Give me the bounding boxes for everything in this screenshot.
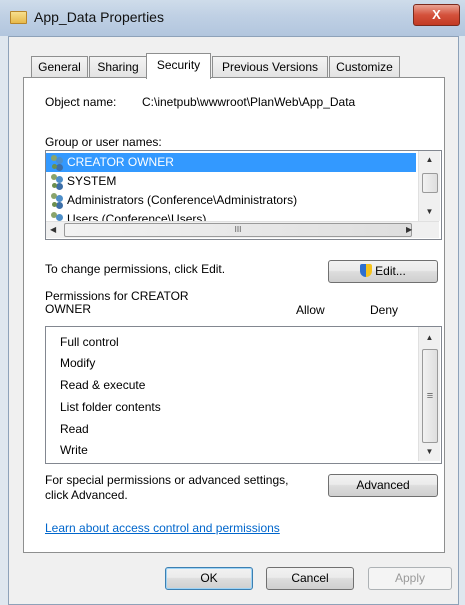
group-list-vertical-scrollbar[interactable]: ▲ ▼ <box>418 151 440 221</box>
user-group-icon <box>50 174 64 187</box>
cancel-button[interactable]: Cancel <box>266 567 354 590</box>
special-permissions-text: For special permissions or advanced sett… <box>45 473 289 502</box>
close-button[interactable]: X <box>413 4 460 26</box>
edit-button[interactable]: Edit... <box>328 260 438 283</box>
scroll-thumb[interactable]: ≡ <box>422 349 438 443</box>
list-item: List folder contents <box>60 400 161 414</box>
group-user-names-label: Group or user names: <box>45 135 162 149</box>
horizontal-scroll-thumb[interactable]: III <box>64 223 412 237</box>
user-group-icon <box>50 155 64 168</box>
group-user-listbox[interactable]: CREATOR OWNER SYSTEM Administrators (Con… <box>45 150 442 240</box>
scroll-up-arrow-icon[interactable]: ▲ <box>419 155 440 164</box>
scroll-up-arrow-icon[interactable]: ▲ <box>419 333 440 342</box>
tab-previous-versions[interactable]: Previous Versions <box>212 56 328 78</box>
user-group-icon <box>50 212 64 221</box>
tab-sharing[interactable]: Sharing <box>89 56 147 78</box>
permissions-vertical-scrollbar[interactable]: ▲ ≡ ▼ <box>418 327 440 461</box>
list-item[interactable]: CREATOR OWNER <box>46 153 416 172</box>
list-item[interactable]: SYSTEM <box>46 172 416 191</box>
learn-access-control-link[interactable]: Learn about access control and permissio… <box>45 521 280 535</box>
allow-column-header: Allow <box>296 303 325 317</box>
scroll-left-arrow-icon[interactable]: ◀ <box>50 225 56 234</box>
change-permissions-text: To change permissions, click Edit. <box>45 262 226 276</box>
window-title: App_Data Properties <box>34 9 164 25</box>
object-name-label: Object name: <box>45 95 117 109</box>
scroll-down-arrow-icon[interactable]: ▼ <box>419 207 440 216</box>
tab-customize[interactable]: Customize <box>329 56 400 78</box>
list-item: Read & execute <box>60 378 146 392</box>
list-item: Write <box>60 443 88 457</box>
tab-general[interactable]: General <box>31 56 88 78</box>
folder-icon <box>10 11 27 24</box>
list-item: Read <box>60 422 89 436</box>
apply-button[interactable]: Apply <box>368 567 452 590</box>
scroll-right-arrow-icon[interactable]: ▶ <box>406 225 412 234</box>
list-item[interactable]: Administrators (Conference\Administrator… <box>46 191 416 210</box>
scroll-down-arrow-icon[interactable]: ▼ <box>419 447 440 456</box>
user-group-icon <box>50 193 64 206</box>
scroll-thumb[interactable] <box>422 173 438 193</box>
object-name-value: C:\inetpub\wwwroot\PlanWeb\App_Data <box>142 95 356 109</box>
list-item: Modify <box>60 356 96 370</box>
tab-security[interactable]: Security <box>146 53 211 79</box>
shield-icon <box>360 264 373 277</box>
list-item: Full control <box>60 335 119 349</box>
group-list-horizontal-scrollbar[interactable]: ◀ III ▶ <box>46 221 439 238</box>
permissions-for-label: Permissions for CREATOR OWNER <box>45 289 189 316</box>
list-item[interactable]: Users (Conference\Users) <box>46 210 416 221</box>
ok-button[interactable]: OK <box>165 567 253 590</box>
advanced-button[interactable]: Advanced <box>328 474 438 497</box>
deny-column-header: Deny <box>370 303 399 317</box>
permissions-list[interactable]: Full control Modify Read & execute List … <box>45 326 442 464</box>
